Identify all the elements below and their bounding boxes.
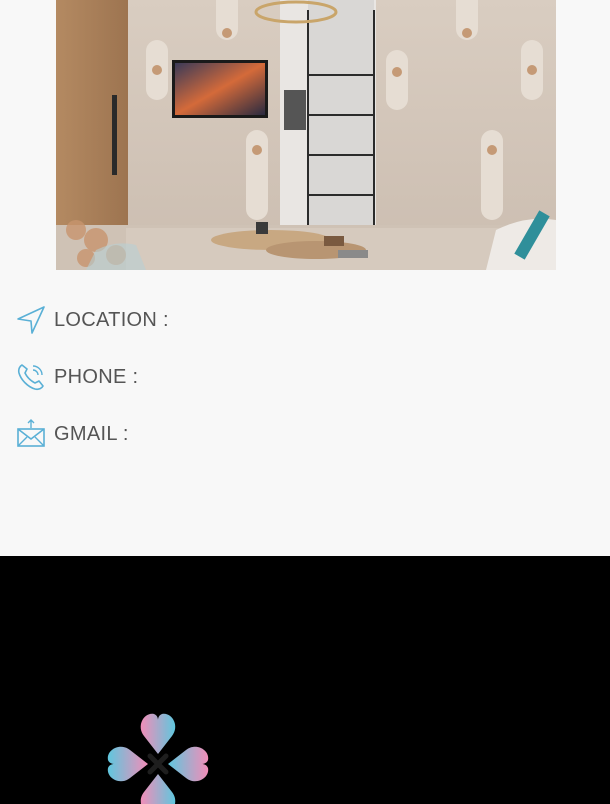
phone-label: PHONE : (54, 365, 139, 388)
mail-icon (16, 419, 46, 449)
clover-logo-icon (107, 713, 209, 804)
hero-image (56, 0, 556, 270)
phone-icon (16, 362, 46, 392)
gmail-label: GMAIL : (54, 422, 129, 445)
living-room-render (56, 0, 556, 270)
location-label: LOCATION : (54, 308, 169, 331)
footer (0, 556, 610, 804)
contact-phone[interactable]: PHONE : (16, 361, 576, 393)
contact-location[interactable]: LOCATION : (16, 304, 576, 336)
location-arrow-icon (16, 305, 46, 335)
clover-logo[interactable] (100, 706, 216, 804)
contact-list: LOCATION : PHONE : GMAIL : (16, 304, 576, 475)
contact-gmail[interactable]: GMAIL : (16, 418, 576, 450)
